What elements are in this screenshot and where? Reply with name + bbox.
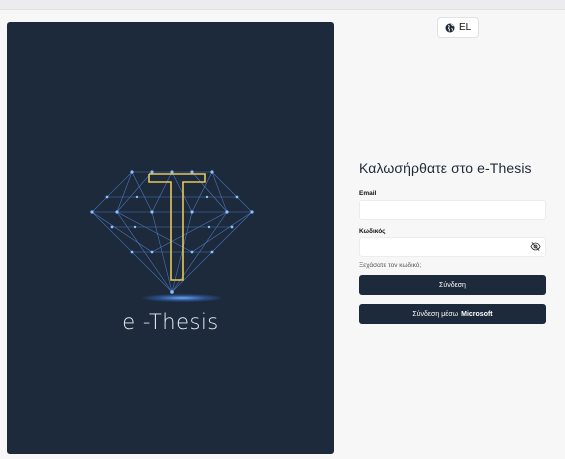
- language-code: EL: [459, 22, 472, 33]
- microsoft-login-prefix: Σύνδεση μέσω: [412, 310, 459, 318]
- login-button[interactable]: Σύνδεση: [359, 275, 546, 295]
- password-label: Κωδικός: [359, 228, 386, 235]
- password-wrapper: [359, 237, 546, 257]
- login-form: Καλωσήρθατε στο e-Thesis Email Κωδικός Ξ…: [359, 160, 546, 324]
- language-switcher-button[interactable]: EL: [437, 17, 480, 38]
- password-field[interactable]: [359, 237, 546, 257]
- email-label: Email: [359, 190, 377, 197]
- logo-glow: [142, 294, 222, 302]
- eye-off-icon[interactable]: [530, 241, 541, 252]
- microsoft-login-button[interactable]: Σύνδεση μέσω Microsoft: [359, 304, 546, 324]
- diamond-logo-icon: [90, 170, 254, 294]
- globe-icon: [445, 23, 455, 32]
- microsoft-login-brand: Microsoft: [461, 310, 493, 318]
- top-bar: [0, 0, 565, 10]
- email-field[interactable]: [359, 200, 546, 220]
- hero-panel: e -Thesis: [7, 22, 334, 454]
- login-title: Καλωσήρθατε στο e-Thesis: [359, 160, 532, 176]
- hero-brand-text: e -Thesis: [122, 310, 219, 334]
- forgot-password-link[interactable]: Ξεχάσατε τον κωδικό;: [359, 262, 421, 269]
